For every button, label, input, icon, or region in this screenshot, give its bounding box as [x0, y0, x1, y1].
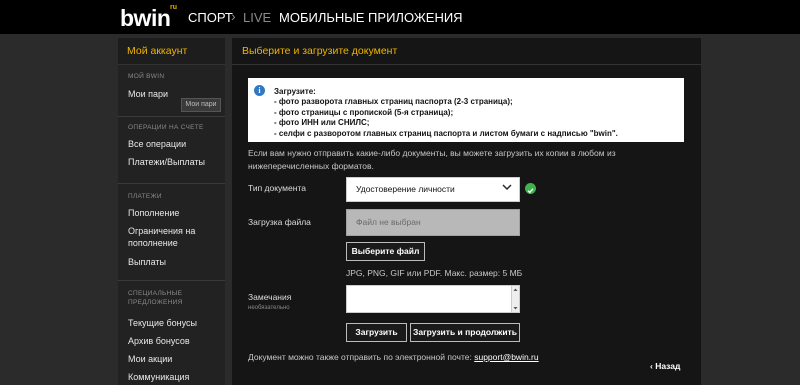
remarks-label: Замечания: [248, 292, 292, 302]
info-icon: i: [254, 85, 265, 96]
section-operations: ОПЕРАЦИИ НА СЧЕТЕ: [128, 124, 204, 131]
top-navigation-bar: bwin ru СПОРТ › LIVE МОБИЛЬНЫЕ ПРИЛОЖЕНИ…: [0, 0, 800, 34]
choose-file-button[interactable]: Выберите файл: [346, 242, 425, 261]
sidebar-item-deposit-limits[interactable]: Ограничения на пополнение: [128, 225, 208, 249]
sidebar-divider: [118, 183, 225, 184]
description-text: Если вам нужно отправить какие-либо доку…: [248, 148, 616, 171]
sidebar-item-all-operations[interactable]: Все операции: [128, 138, 186, 150]
section-special-offers: СПЕЦИАЛЬНЫЕ ПРЕДЛОЖЕНИЯ: [128, 290, 183, 306]
support-email-link[interactable]: support@bwin.ru: [474, 352, 538, 362]
sidebar-item-bonus-archive[interactable]: Архив бонусов: [128, 335, 190, 347]
formats-hint: JPG, PNG, GIF или PDF. Макс. размер: 5 М…: [346, 268, 523, 278]
doc-type-label: Тип документа: [248, 183, 306, 193]
chevron-down-icon: [502, 184, 512, 190]
nav-mobile-apps[interactable]: МОБИЛЬНЫЕ ПРИЛОЖЕНИЯ: [279, 10, 463, 25]
info-heading: Загрузите:: [274, 87, 316, 96]
nav-live[interactable]: LIVE: [243, 10, 271, 25]
upload-button[interactable]: Загрузить: [346, 323, 407, 342]
sidebar-item-payments[interactable]: Платежи/Выплаты: [128, 156, 205, 168]
info-line: - фото страницы с пропиской (5-я страниц…: [274, 107, 454, 117]
tooltip: Мои пари: [181, 98, 221, 112]
upload-and-continue-button[interactable]: Загрузить и продолжить: [410, 323, 520, 342]
file-upload-label: Загрузка файла: [248, 217, 311, 227]
section-payments: ПЛАТЕЖИ: [128, 193, 162, 200]
remarks-textarea[interactable]: [346, 285, 520, 313]
sidebar-item-current-bonuses[interactable]: Текущие бонусы: [128, 317, 197, 329]
info-text: Загрузите: - фото разворота главных стра…: [274, 87, 618, 139]
doc-type-select[interactable]: Удостоверение личности: [346, 177, 520, 202]
panel-title: Выберите и загрузите документ: [242, 45, 398, 57]
email-note: Документ можно также отправить по электр…: [248, 352, 539, 362]
info-line: - фото разворота главных страниц паспорт…: [274, 97, 513, 107]
sidebar-title: Мой аккаунт: [127, 45, 188, 57]
sidebar-divider: [118, 116, 225, 117]
back-link[interactable]: ‹ Назад: [650, 361, 680, 371]
sidebar-divider: [118, 280, 225, 281]
sidebar-item-my-bets[interactable]: Мои пари: [128, 88, 168, 100]
file-name-field: Файл не выбран: [346, 209, 520, 236]
sidebar-item-withdrawals[interactable]: Выплаты: [128, 256, 166, 268]
remarks-optional-label: необязательно: [248, 305, 290, 311]
account-sidebar: Мой аккаунт МОЙ BWIN Мои пари ОПЕРАЦИИ Н…: [118, 38, 225, 385]
back-label: Назад: [655, 361, 681, 371]
section-my-bwin: МОЙ BWIN: [128, 73, 165, 80]
info-box: i Загрузите: - фото разворота главных ст…: [248, 78, 684, 142]
sidebar-item-communication[interactable]: Коммуникация: [128, 371, 189, 383]
file-placeholder: Файл не выбран: [356, 217, 421, 227]
upload-panel: Выберите и загрузите документ i Загрузит…: [232, 38, 701, 385]
sidebar-title-bar: Мой аккаунт: [118, 38, 225, 65]
bwin-logo[interactable]: bwin: [120, 5, 171, 32]
panel-header: Выберите и загрузите документ: [232, 38, 701, 65]
sidebar-item-my-promotions[interactable]: Мои акции: [128, 353, 172, 365]
chevron-right-icon: ›: [231, 8, 236, 24]
info-line: - фото ИНН или СНИЛС;: [274, 118, 370, 128]
nav-sport[interactable]: СПОРТ: [188, 10, 233, 25]
textarea-scrollbar[interactable]: [511, 286, 519, 312]
check-icon: [525, 183, 536, 194]
email-note-text: Документ можно также отправить по электр…: [248, 352, 472, 362]
sidebar-item-deposit[interactable]: Пополнение: [128, 207, 179, 219]
doc-type-value: Удостоверение личности: [356, 184, 455, 194]
info-line: - селфи с разворотом главных страниц пас…: [274, 128, 618, 138]
logo-suffix: ru: [170, 4, 177, 11]
